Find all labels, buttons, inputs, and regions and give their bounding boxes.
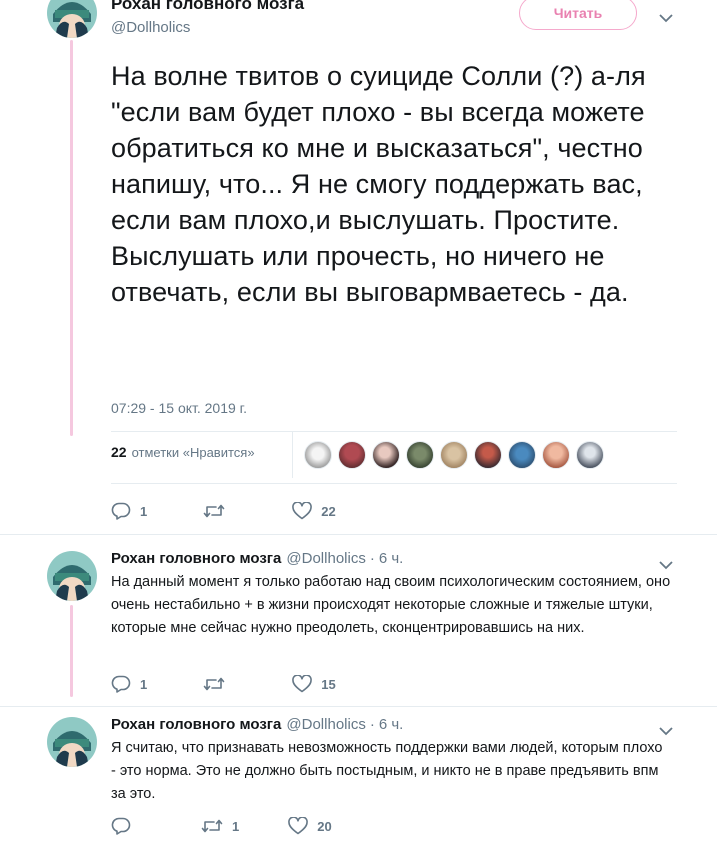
reply-header: Рохан головного мозга @Dollholics · 6 ч.: [111, 716, 403, 733]
like-count: 22: [321, 503, 336, 519]
author-handle[interactable]: @Dollholics: [111, 19, 190, 36]
retweet-icon: [203, 676, 225, 692]
chevron-down-icon[interactable]: [659, 557, 673, 570]
tweet-actions: 1 20: [111, 817, 332, 835]
liker-avatar[interactable]: [372, 441, 400, 469]
heart-icon: [288, 817, 309, 835]
liker-avatar[interactable]: [440, 441, 468, 469]
chevron-down-icon[interactable]: [659, 723, 673, 736]
heart-icon: [292, 502, 313, 520]
likes-count: 22: [111, 444, 127, 460]
tweet-timestamp[interactable]: 07:29 - 15 окт. 2019 г.: [111, 400, 247, 416]
author-display-name[interactable]: Рохан головного мозга: [111, 716, 281, 733]
divider: [0, 706, 717, 707]
avatar[interactable]: [47, 551, 97, 601]
author-display-name[interactable]: Рохан головного мозга: [111, 550, 281, 567]
like-button[interactable]: 15: [292, 675, 336, 693]
reply-time[interactable]: 6 ч.: [379, 716, 404, 733]
likes-summary[interactable]: 22 отметки «Нравится»: [111, 444, 255, 460]
liker-avatar[interactable]: [508, 441, 536, 469]
divider: [0, 534, 717, 535]
liker-avatar[interactable]: [304, 441, 332, 469]
like-count: 15: [321, 676, 336, 692]
reply-button[interactable]: 1: [111, 502, 147, 520]
retweet-button[interactable]: [203, 676, 234, 692]
reply-icon: [111, 675, 131, 693]
reply-icon: [111, 502, 131, 520]
follow-button[interactable]: Читать: [519, 0, 637, 30]
avatar[interactable]: [47, 717, 97, 767]
like-count: 20: [317, 818, 332, 834]
retweet-button[interactable]: 1: [201, 818, 239, 834]
liker-avatar[interactable]: [406, 441, 434, 469]
author-handle[interactable]: @Dollholics: [286, 716, 365, 733]
reply-text: Я считаю, что признавать невозможность п…: [111, 740, 663, 802]
separator: ·: [369, 716, 375, 733]
divider: [111, 431, 677, 432]
retweet-button[interactable]: [203, 503, 234, 519]
heart-icon: [292, 675, 313, 693]
like-button[interactable]: 20: [288, 817, 332, 835]
separator: ·: [369, 550, 375, 567]
divider: [292, 432, 293, 478]
liker-avatar[interactable]: [338, 441, 366, 469]
reply-time[interactable]: 6 ч.: [379, 550, 404, 567]
retweet-icon: [201, 818, 223, 834]
author-handle[interactable]: @Dollholics: [286, 550, 365, 567]
reply-button[interactable]: 1: [111, 675, 147, 693]
chevron-down-icon[interactable]: [659, 10, 673, 23]
retweet-icon: [203, 503, 225, 519]
reply-count: 1: [140, 503, 148, 519]
divider: [111, 483, 677, 484]
liker-avatars: [304, 441, 604, 469]
reply-button[interactable]: [111, 817, 140, 835]
reply-header: Рохан головного мозга @Dollholics · 6 ч.: [111, 550, 403, 567]
liker-avatar[interactable]: [542, 441, 570, 469]
avatar[interactable]: [47, 0, 97, 38]
author-display-name[interactable]: Рохан головного мозга: [111, 0, 304, 14]
likes-label: отметки «Нравится»: [131, 444, 255, 460]
reply-text: На данный момент я только работаю над св…: [111, 574, 671, 636]
thread-line: [70, 40, 73, 436]
reply-count: 1: [140, 676, 148, 692]
liker-avatar[interactable]: [576, 441, 604, 469]
tweet-actions: 1 22: [111, 502, 336, 520]
retweet-count: 1: [232, 818, 240, 834]
tweet-actions: 1 15: [111, 675, 336, 693]
reply-icon: [111, 817, 131, 835]
liker-avatar[interactable]: [474, 441, 502, 469]
tweet-text: На волне твитов о суициде Солли (?) а-ля…: [111, 61, 646, 307]
like-button[interactable]: 22: [292, 502, 336, 520]
thread-line: [70, 605, 73, 697]
